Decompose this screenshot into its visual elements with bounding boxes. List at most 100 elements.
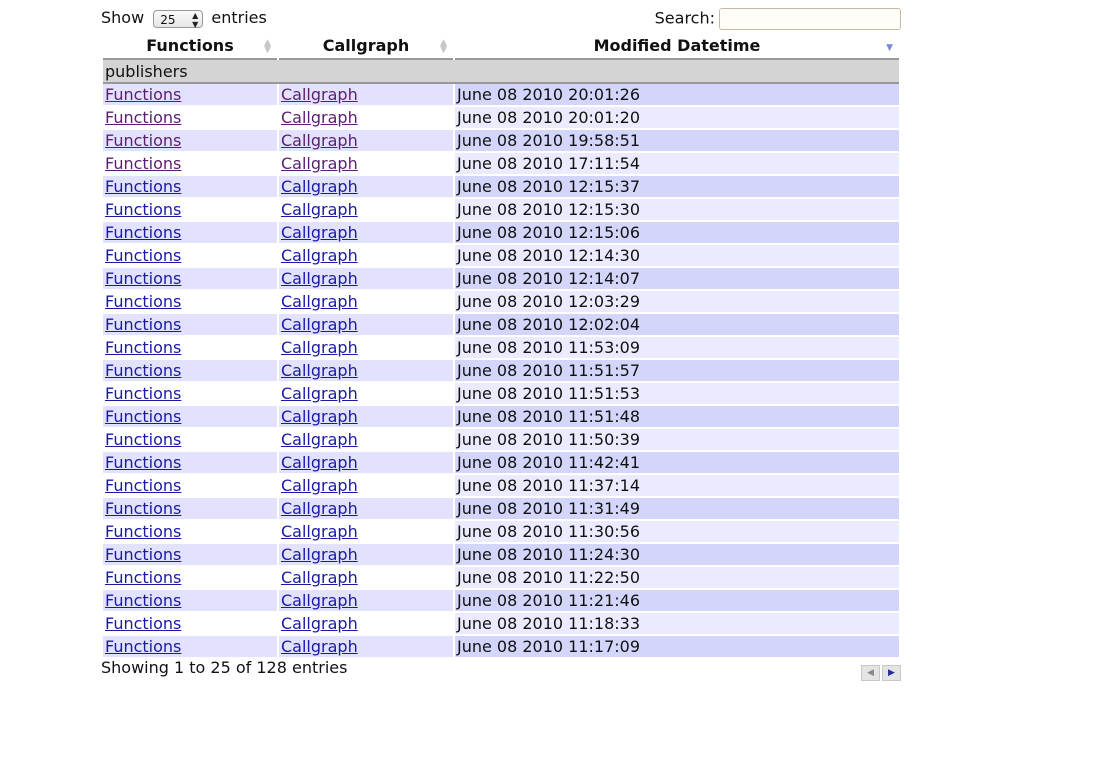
functions-link[interactable]: Functions [105, 85, 181, 104]
callgraph-cell: Callgraph [279, 383, 453, 406]
callgraph-link[interactable]: Callgraph [281, 246, 358, 265]
column-header-callgraph[interactable]: Callgraph ▲ ▼ [279, 32, 453, 60]
group-row: publishers [103, 60, 899, 84]
modified-datetime-cell: June 08 2010 12:03:29 [455, 291, 899, 314]
functions-link[interactable]: Functions [105, 476, 181, 495]
previous-arrow-icon: ◀ [867, 668, 874, 678]
functions-link[interactable]: Functions [105, 499, 181, 518]
modified-datetime-cell: June 08 2010 12:15:37 [455, 176, 899, 199]
callgraph-cell: Callgraph [279, 475, 453, 498]
callgraph-link[interactable]: Callgraph [281, 522, 358, 541]
previous-page-button[interactable]: ◀ [861, 665, 880, 681]
table-info: Showing 1 to 25 of 128 entries [101, 658, 348, 677]
callgraph-link[interactable]: Callgraph [281, 200, 358, 219]
table-row: Functions Callgraph June 08 2010 11:31:49 [103, 498, 899, 521]
callgraph-link[interactable]: Callgraph [281, 384, 358, 403]
callgraph-cell: Callgraph [279, 291, 453, 314]
callgraph-cell: Callgraph [279, 544, 453, 567]
callgraph-link[interactable]: Callgraph [281, 131, 358, 150]
functions-link[interactable]: Functions [105, 246, 181, 265]
functions-link[interactable]: Functions [105, 637, 181, 656]
functions-link[interactable]: Functions [105, 545, 181, 564]
callgraph-link[interactable]: Callgraph [281, 614, 358, 633]
callgraph-link[interactable]: Callgraph [281, 85, 358, 104]
modified-datetime-cell: June 08 2010 11:18:33 [455, 613, 899, 636]
callgraph-link[interactable]: Callgraph [281, 545, 358, 564]
functions-link[interactable]: Functions [105, 453, 181, 472]
page-length-select[interactable]: 25 ▲ ▼ [153, 9, 204, 29]
functions-cell: Functions [103, 314, 277, 337]
modified-datetime-cell: June 08 2010 11:53:09 [455, 337, 899, 360]
modified-datetime-cell: June 08 2010 12:15:06 [455, 222, 899, 245]
callgraph-link[interactable]: Callgraph [281, 476, 358, 495]
callgraph-cell: Callgraph [279, 153, 453, 176]
functions-link[interactable]: Functions [105, 591, 181, 610]
table-row: Functions Callgraph June 08 2010 19:58:51 [103, 130, 899, 153]
functions-link[interactable]: Functions [105, 407, 181, 426]
callgraph-link[interactable]: Callgraph [281, 269, 358, 288]
functions-link[interactable]: Functions [105, 522, 181, 541]
table-row: Functions Callgraph June 08 2010 12:15:30 [103, 199, 899, 222]
functions-link[interactable]: Functions [105, 568, 181, 587]
callgraph-link[interactable]: Callgraph [281, 154, 358, 173]
functions-link[interactable]: Functions [105, 430, 181, 449]
callgraph-link[interactable]: Callgraph [281, 453, 358, 472]
callgraph-link[interactable]: Callgraph [281, 407, 358, 426]
next-page-button[interactable]: ▶ [882, 665, 901, 681]
callgraph-cell: Callgraph [279, 176, 453, 199]
callgraph-link[interactable]: Callgraph [281, 568, 358, 587]
column-header-functions[interactable]: Functions ▲ ▼ [103, 32, 277, 60]
callgraph-link[interactable]: Callgraph [281, 430, 358, 449]
callgraph-link[interactable]: Callgraph [281, 223, 358, 242]
modified-datetime-cell: June 08 2010 11:30:56 [455, 521, 899, 544]
callgraph-link[interactable]: Callgraph [281, 177, 358, 196]
functions-link[interactable]: Functions [105, 338, 181, 357]
functions-link[interactable]: Functions [105, 177, 181, 196]
table-row: Functions Callgraph June 08 2010 11:42:41 [103, 452, 899, 475]
functions-cell: Functions [103, 245, 277, 268]
search-input[interactable] [719, 8, 901, 30]
functions-cell: Functions [103, 613, 277, 636]
callgraph-link[interactable]: Callgraph [281, 338, 358, 357]
functions-link[interactable]: Functions [105, 223, 181, 242]
functions-link[interactable]: Functions [105, 108, 181, 127]
table-row: Functions Callgraph June 08 2010 12:14:07 [103, 268, 899, 291]
functions-link[interactable]: Functions [105, 269, 181, 288]
page-length-control: Show 25 ▲ ▼ entries [101, 8, 267, 29]
functions-link[interactable]: Functions [105, 154, 181, 173]
functions-cell: Functions [103, 636, 277, 659]
callgraph-cell: Callgraph [279, 429, 453, 452]
callgraph-cell: Callgraph [279, 521, 453, 544]
callgraph-link[interactable]: Callgraph [281, 292, 358, 311]
table-row: Functions Callgraph June 08 2010 11:24:30 [103, 544, 899, 567]
callgraph-cell: Callgraph [279, 222, 453, 245]
table-row: Functions Callgraph June 08 2010 11:37:14 [103, 475, 899, 498]
functions-link[interactable]: Functions [105, 131, 181, 150]
callgraph-link[interactable]: Callgraph [281, 315, 358, 334]
search-label: Search: [654, 8, 715, 28]
functions-link[interactable]: Functions [105, 361, 181, 380]
sort-both-icon: ▲ ▼ [264, 38, 271, 55]
modified-datetime-cell: June 08 2010 11:17:09 [455, 636, 899, 659]
callgraph-cell: Callgraph [279, 498, 453, 521]
results-table: Functions ▲ ▼ Callgraph ▲ ▼ Modified Datetim… [101, 32, 901, 659]
column-header-modified-datetime[interactable]: Modified Datetime ▼ [455, 32, 899, 60]
callgraph-link[interactable]: Callgraph [281, 637, 358, 656]
functions-link[interactable]: Functions [105, 614, 181, 633]
pagination: ◀ ▶ [859, 660, 901, 681]
callgraph-link[interactable]: Callgraph [281, 591, 358, 610]
modified-datetime-cell: June 08 2010 11:24:30 [455, 544, 899, 567]
callgraph-cell: Callgraph [279, 590, 453, 613]
table-row: Functions Callgraph June 08 2010 11:51:48 [103, 406, 899, 429]
functions-link[interactable]: Functions [105, 315, 181, 334]
callgraph-cell: Callgraph [279, 452, 453, 475]
entries-label: entries [211, 8, 267, 27]
functions-link[interactable]: Functions [105, 292, 181, 311]
callgraph-link[interactable]: Callgraph [281, 361, 358, 380]
callgraph-cell: Callgraph [279, 567, 453, 590]
functions-link[interactable]: Functions [105, 384, 181, 403]
callgraph-link[interactable]: Callgraph [281, 499, 358, 518]
functions-link[interactable]: Functions [105, 200, 181, 219]
table-row: Functions Callgraph June 08 2010 11:51:57 [103, 360, 899, 383]
callgraph-link[interactable]: Callgraph [281, 108, 358, 127]
